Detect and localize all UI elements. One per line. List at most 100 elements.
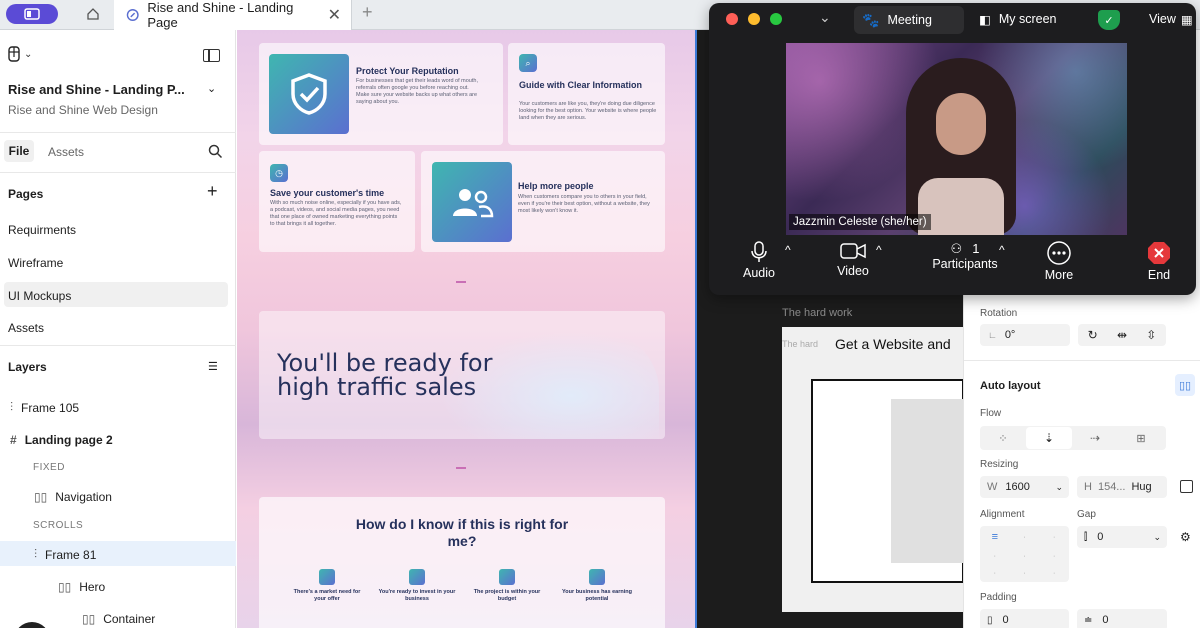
card-save-time[interactable]: ◷ Save your customer's time With so much… — [259, 151, 415, 252]
add-page-button[interactable]: + — [207, 181, 218, 202]
layer-navigation[interactable]: ▯▯ Navigation — [34, 490, 112, 504]
panel-toggle-icon[interactable] — [203, 49, 220, 62]
chevron-down-icon[interactable]: ⌄ — [1055, 482, 1063, 493]
flow-freeform-icon[interactable]: ⁘ — [980, 432, 1026, 445]
resize-to-fit-icon[interactable] — [1180, 480, 1193, 493]
tab-landing-page[interactable]: Rise and Shine - Landing Page ✕ — [114, 0, 352, 30]
tab-meeting[interactable]: 🐾 Meeting — [854, 6, 964, 34]
flip-horizontal-icon[interactable]: ⇹ — [1117, 328, 1127, 342]
microphone-icon — [751, 241, 767, 262]
align-dot[interactable]: · — [1039, 553, 1069, 560]
file-title[interactable]: Rise and Shine - Landing P... — [8, 82, 208, 97]
vertical-padding-input[interactable]: ≐ 0 — [1077, 609, 1167, 628]
card-text: For businesses that get their leads word… — [356, 78, 478, 105]
layer-frame-105[interactable]: ⫶ Frame 105 — [10, 400, 79, 415]
flow-grid-icon[interactable]: ⊞ — [1118, 432, 1164, 445]
participants-button[interactable]: ⚇ 1 Participants — [927, 241, 1003, 271]
align-dot[interactable]: · — [1010, 553, 1040, 560]
frame-icon: ⫶ — [34, 547, 38, 561]
chevron-down-icon[interactable]: ⌄ — [207, 82, 216, 95]
alignment-grid[interactable]: ≡ · · · · · · · · — [980, 526, 1069, 582]
tab-close-icon[interactable]: ✕ — [328, 5, 341, 25]
gap-value: 0 — [1097, 531, 1104, 543]
layer-container[interactable]: ▯▯ Container — [82, 612, 155, 626]
tab-assets[interactable]: Assets — [48, 145, 84, 159]
align-top-left-icon[interactable]: ≡ — [980, 531, 1010, 543]
auto-layout-toggle-icon[interactable]: ▯▯ — [1175, 374, 1195, 396]
properties-panel: Rotation ∟ 0° ↻ ⇹ ⇳ Auto layout ▯▯ Flow … — [963, 294, 1200, 628]
participant-name-label: Jazzmin Celeste (she/her) — [789, 214, 931, 230]
search-icon[interactable] — [208, 144, 223, 159]
video-button[interactable]: Video — [831, 241, 875, 278]
chevron-down-icon[interactable]: ⌄ — [1153, 532, 1161, 543]
alignment-label: Alignment — [980, 509, 1025, 520]
video-options-chevron-icon[interactable]: ^ — [876, 243, 882, 257]
card-title: Help more people — [518, 181, 594, 191]
bullet-item: The project is within your budget — [467, 569, 547, 603]
more-button[interactable]: More — [1039, 241, 1079, 282]
card-text: With so much noise online, especially if… — [270, 200, 402, 227]
tab-file[interactable]: File — [4, 140, 34, 162]
align-dot[interactable]: · — [980, 553, 1010, 560]
screen-label: My screen — [998, 12, 1057, 26]
horizontal-padding-input[interactable]: ▯ 0 — [980, 609, 1069, 628]
new-tab-button[interactable]: + — [362, 2, 373, 23]
wireframe-image-placeholder — [891, 399, 964, 563]
align-dot[interactable]: · — [1039, 534, 1069, 541]
flip-vertical-icon[interactable]: ⇳ — [1146, 328, 1156, 342]
rotate-icon[interactable]: ↻ — [1088, 328, 1098, 342]
close-window-button[interactable] — [726, 13, 738, 25]
minimize-window-button[interactable] — [748, 13, 760, 25]
layer-landing-page-2[interactable]: # Landing page 2 — [10, 433, 113, 447]
page-item-ui-mockups[interactable]: UI Mockups — [8, 289, 71, 303]
view-label: View — [1149, 12, 1176, 26]
end-button[interactable]: End — [1139, 241, 1179, 282]
tab-title: Rise and Shine - Landing Page — [147, 0, 294, 30]
height-input[interactable]: H 154... Hug — [1077, 476, 1167, 498]
page-item-wireframe[interactable]: Wireframe — [8, 256, 63, 270]
hero-section[interactable]: You'll be ready for high traffic sales — [259, 311, 665, 439]
layers-filter-icon[interactable]: ☰ — [208, 360, 218, 373]
tab-my-screen[interactable]: ◧ My screen — [979, 12, 1056, 27]
participants-label: Participants — [932, 257, 998, 271]
align-dot[interactable]: · — [1039, 570, 1069, 577]
rotation-input[interactable]: ∟ 0° — [980, 324, 1070, 346]
maximize-window-button[interactable] — [770, 13, 782, 25]
gap-input[interactable]: ⫿ 0 ⌄ — [1077, 526, 1167, 548]
audio-button[interactable]: Audio — [739, 241, 779, 280]
encryption-shield-icon[interactable]: ✓ — [1098, 10, 1120, 30]
main-menu-button[interactable]: ⌄ — [8, 46, 32, 62]
width-input[interactable]: W 1600 ⌄ — [980, 476, 1069, 498]
grid-icon: ▦ — [1180, 13, 1193, 27]
advanced-layout-settings-icon[interactable]: ⚙ — [1180, 530, 1191, 544]
avatar[interactable] — [14, 622, 50, 628]
page-item-requirments[interactable]: Requirments — [8, 223, 76, 237]
padding-h-value: 0 — [1002, 614, 1009, 626]
view-menu-button[interactable]: View ▦ — [1149, 12, 1193, 27]
align-dot[interactable]: · — [1010, 534, 1040, 541]
card-help-people[interactable]: Help more people When customers compare … — [421, 151, 665, 252]
flow-vertical-icon[interactable]: ⇣ — [1026, 427, 1072, 449]
card-protect-reputation[interactable]: Protect Your Reputation For businesses t… — [259, 43, 503, 145]
home-button[interactable] — [80, 2, 106, 26]
frame-label: The hard work — [782, 307, 853, 319]
design-canvas[interactable]: Protect Your Reputation For businesses t… — [237, 30, 695, 628]
frame-preview[interactable]: The hard Get a Website and — [782, 327, 964, 612]
align-dot[interactable]: · — [1010, 570, 1040, 577]
flow-horizontal-icon[interactable]: ⇢ — [1072, 431, 1118, 445]
participant-figure — [906, 58, 1016, 235]
sidebar-toggle-button[interactable] — [6, 4, 58, 24]
participants-options-chevron-icon[interactable]: ^ — [999, 243, 1005, 257]
audio-options-chevron-icon[interactable]: ^ — [785, 243, 791, 257]
card-guide-information[interactable]: ⌕ Guide with Clear Information Your cust… — [508, 43, 665, 145]
layer-frame-81[interactable]: ⫶ Frame 81 — [34, 547, 96, 562]
layer-hero[interactable]: ▯▯ Hero — [58, 580, 105, 594]
align-dot[interactable]: · — [980, 570, 1010, 577]
height-prefix: H — [1084, 481, 1092, 493]
wireframe-box[interactable] — [811, 379, 964, 583]
qualify-section[interactable]: How do I know if this is right for me? T… — [259, 497, 665, 628]
chevron-down-icon[interactable]: ⌄ — [819, 9, 831, 26]
page-item-assets[interactable]: Assets — [8, 321, 44, 335]
participant-video[interactable]: Jazzmin Celeste (she/her) — [786, 43, 1127, 235]
bullet-text: The project is within your budget — [473, 589, 541, 602]
